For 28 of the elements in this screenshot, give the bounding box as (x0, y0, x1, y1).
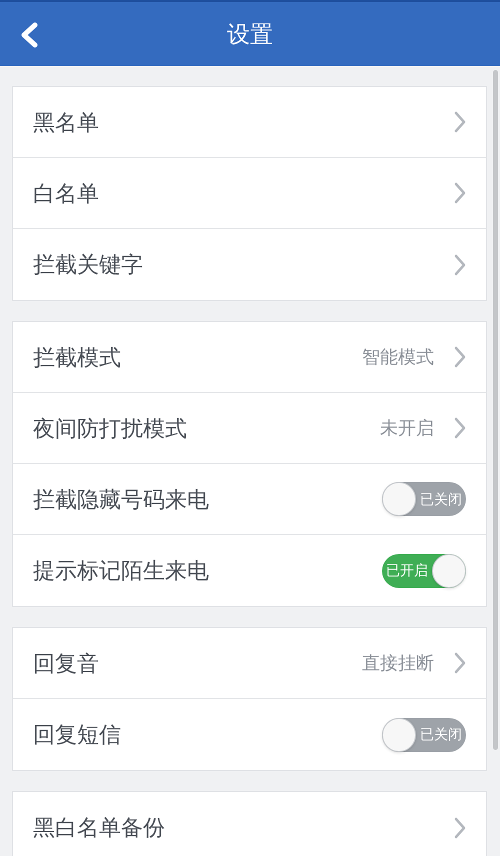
page-title: 设置 (227, 20, 273, 49)
setting-value: 未开启 (380, 416, 434, 440)
chevron-right-icon (454, 182, 466, 204)
settings-row[interactable]: 回复音 直接挂断 (13, 628, 486, 699)
setting-label: 夜间防打扰模式 (33, 414, 187, 442)
setting-label: 拦截隐藏号码来电 (33, 486, 209, 514)
setting-label: 拦截关键字 (33, 251, 143, 279)
setting-label: 提示标记陌生来电 (33, 557, 209, 585)
settings-row[interactable]: 夜间防打扰模式 未开启 (13, 393, 486, 464)
setting-label: 白名单 (33, 180, 99, 208)
chevron-right-icon (454, 816, 466, 838)
setting-label: 回复短信 (33, 721, 121, 749)
setting-label: 黑白名单备份 (33, 814, 165, 842)
chevron-right-icon (454, 346, 466, 368)
setting-label: 黑名单 (33, 108, 99, 136)
chevron-right-icon (454, 417, 466, 439)
setting-label: 拦截模式 (33, 344, 121, 372)
settings-row[interactable]: 拦截关键字 (13, 229, 486, 300)
setting-value: 智能模式 (362, 346, 434, 368)
settings-row[interactable]: 黑名单 (13, 87, 486, 158)
settings-row[interactable]: 拦截模式 智能模式 (13, 322, 486, 393)
settings-row[interactable]: 黑白名单备份 (13, 792, 486, 856)
setting-value: 直接挂断 (362, 652, 434, 674)
chevron-right-icon (454, 254, 466, 276)
settings-row[interactable]: 白名单 (13, 158, 486, 229)
chevron-right-icon (454, 111, 466, 133)
setting-label: 回复音 (33, 650, 99, 678)
chevron-right-icon (454, 652, 466, 674)
